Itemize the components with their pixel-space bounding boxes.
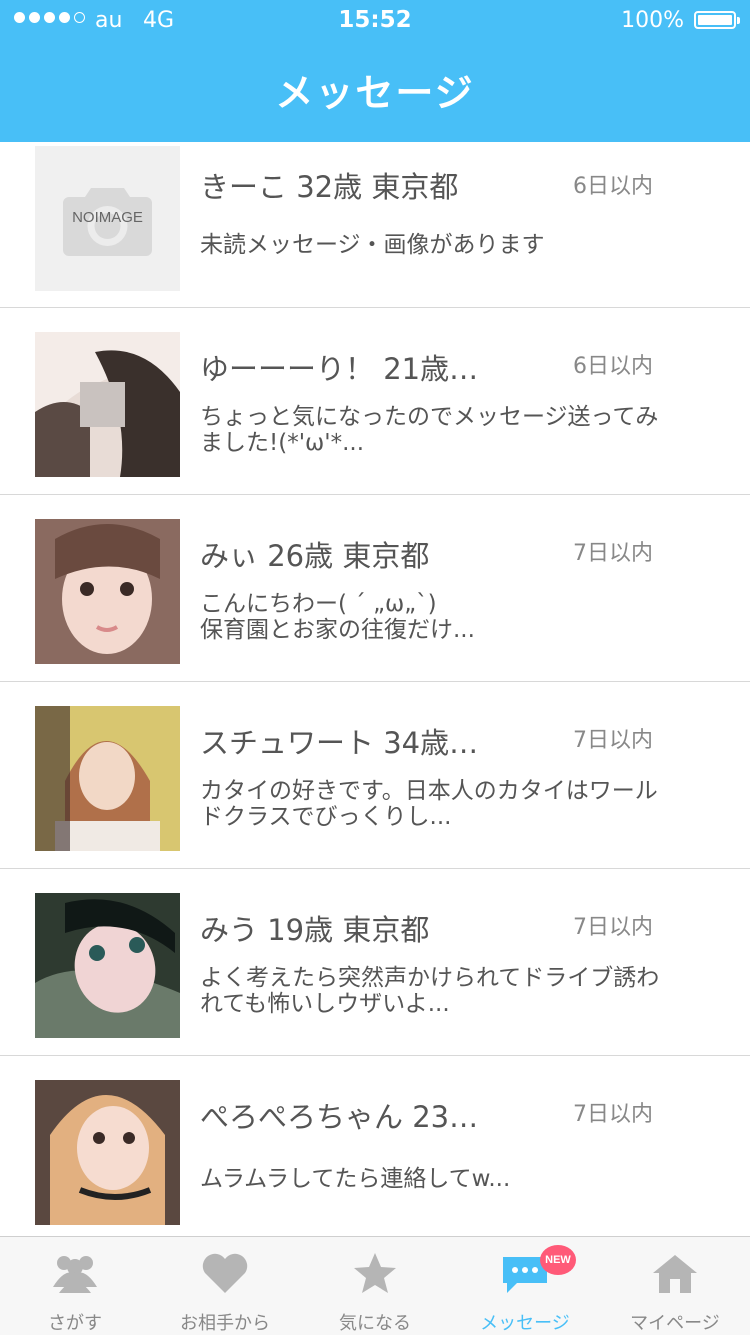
message-preview: 未読メッセージ・画像があります xyxy=(200,232,545,258)
time-ago: 7日以内 xyxy=(573,1102,653,1127)
sender-name: ゆーーーり！ 21歳… xyxy=(200,352,479,386)
sender-name: みぃ 26歳 東京都 xyxy=(200,539,430,573)
message-row[interactable]: NOIMAGE きーこ 32歳 東京都 6日以内 未読メッセージ・画像があります xyxy=(0,142,750,308)
message-preview: ちょっと気になったのでメッセージ送ってみました!(*'ω'*... xyxy=(200,404,659,456)
avatar xyxy=(35,1080,180,1225)
time-ago: 7日以内 xyxy=(573,915,653,940)
tab-label: 気になる xyxy=(339,1313,411,1334)
avatar-photo xyxy=(35,706,180,851)
battery-percent: 100% xyxy=(621,8,684,33)
message-preview: カタイの好きです。日本人のカタイはワールドクラスでびっくりし... xyxy=(200,778,658,830)
avatar xyxy=(35,893,180,1038)
tab-label: メッセージ xyxy=(480,1313,570,1334)
tab-search[interactable]: さがす xyxy=(0,1237,150,1335)
sender-name: ぺろぺろちゃん 23… xyxy=(200,1100,479,1134)
heart-icon xyxy=(202,1253,248,1293)
message-row[interactable]: ゆーーーり！ 21歳… 6日以内 ちょっと気になったのでメッセージ送ってみました… xyxy=(0,308,750,495)
tab-label: さがす xyxy=(48,1313,102,1334)
avatar-photo xyxy=(35,1080,180,1225)
page-title: メッセージ xyxy=(275,71,475,115)
home-icon xyxy=(653,1255,697,1293)
message-row[interactable]: みう 19歳 東京都 7日以内 よく考えたら突然声かけられてドライブ誘われても怖… xyxy=(0,869,750,1056)
tab-from-partner[interactable]: お相手から xyxy=(150,1237,300,1335)
tab-favorites[interactable]: 気になる xyxy=(300,1237,450,1335)
message-preview: こんにちわー( ´ „ω„`) 保育園とお家の往復だけ... xyxy=(200,591,475,643)
tab-mypage[interactable]: マイページ xyxy=(600,1237,750,1335)
avatar-placeholder: NOIMAGE xyxy=(35,146,180,291)
sender-name: みう 19歳 東京都 xyxy=(200,913,430,947)
message-row[interactable]: ぺろぺろちゃん 23… 7日以内 ムラムラしてたら連絡してw... xyxy=(0,1056,750,1225)
app-header: au 4G 15:52 100% メッセージ xyxy=(0,0,750,142)
avatar-photo xyxy=(35,519,180,664)
battery-icon xyxy=(694,11,740,29)
tab-label: マイページ xyxy=(630,1313,720,1334)
time-ago: 7日以内 xyxy=(573,728,653,753)
tab-bar: さがす お相手から 気になる メッセージ マイページ xyxy=(0,1236,750,1335)
status-bar: au 4G 15:52 100% xyxy=(0,0,750,40)
tab-messages[interactable]: メッセージ xyxy=(450,1237,600,1335)
message-preview: ムラムラしてたら連絡してw... xyxy=(200,1166,511,1192)
avatar-photo xyxy=(35,332,180,477)
avatar xyxy=(35,706,180,851)
people-icon xyxy=(53,1256,97,1293)
message-preview: よく考えたら突然声かけられてドライブ誘われても怖いしウザいよ... xyxy=(200,965,660,1017)
time-ago: 7日以内 xyxy=(573,541,653,566)
star-icon xyxy=(354,1253,396,1293)
noimage-label: NOIMAGE xyxy=(72,209,143,226)
sender-name: きーこ 32歳 東京都 xyxy=(200,170,459,204)
avatar-photo xyxy=(35,893,180,1038)
message-row[interactable]: スチュワート 34歳… 7日以内 カタイの好きです。日本人のカタイはワールドクラ… xyxy=(0,682,750,869)
message-row[interactable]: みぃ 26歳 東京都 7日以内 こんにちわー( ´ „ω„`) 保育園とお家の往… xyxy=(0,495,750,682)
time-ago: 6日以内 xyxy=(573,354,653,379)
tab-label: お相手から xyxy=(180,1313,270,1334)
time-ago: 6日以内 xyxy=(573,174,653,199)
sender-name: スチュワート 34歳… xyxy=(200,726,479,760)
avatar xyxy=(35,332,180,477)
new-badge: NEW xyxy=(540,1245,576,1275)
message-list: NOIMAGE きーこ 32歳 東京都 6日以内 未読メッセージ・画像があります… xyxy=(0,142,750,1225)
avatar xyxy=(35,519,180,664)
